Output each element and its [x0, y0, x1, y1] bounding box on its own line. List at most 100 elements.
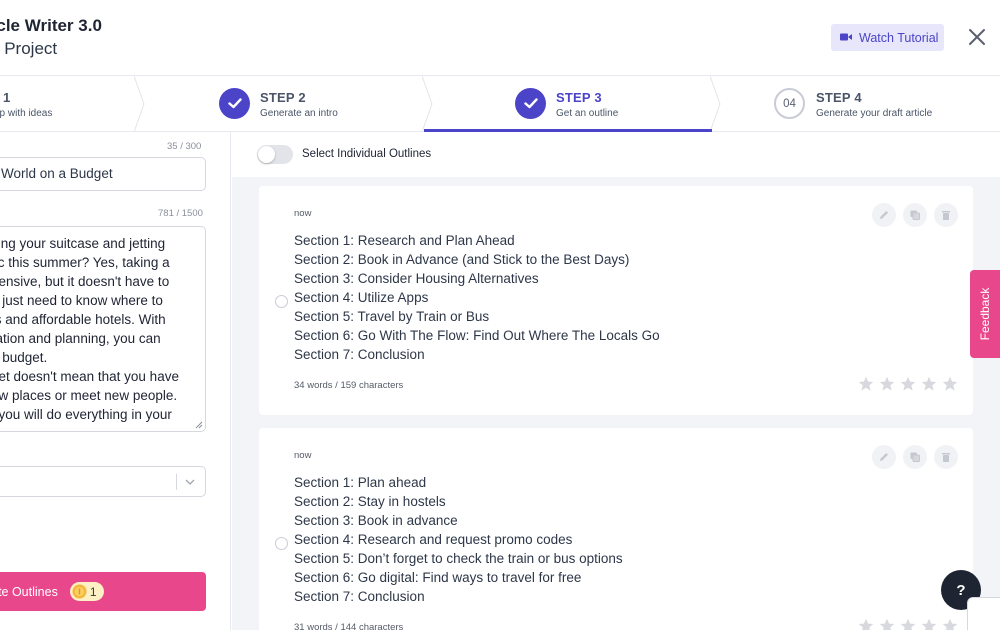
intro-text-line: pensive, but it doesn't have to [0, 274, 170, 289]
copy-button[interactable] [903, 445, 927, 469]
outline-actions [872, 203, 958, 227]
selection-toolbar: Select Individual Outlines [232, 132, 1000, 177]
outline-section: Section 2: Stay in hostels [294, 494, 446, 509]
intro-text-line: u just need to know where to [0, 293, 163, 308]
copy-button[interactable] [903, 203, 927, 227]
step-3[interactable]: STEP 3 Get an outline [440, 76, 710, 132]
outline-card: now Section 1: Research and Plan Ahead S… [259, 186, 973, 415]
outline-section: Section 7: Conclusion [294, 589, 425, 604]
outline-section: Section 5: Don’t forget to check the tra… [294, 551, 623, 566]
select-individual-toggle[interactable] [257, 145, 293, 164]
intro-char-count: 781 / 1500 [158, 208, 203, 219]
outline-section: Section 6: Go digital: Find ways to trav… [294, 570, 582, 585]
feedback-tab[interactable]: Feedback [970, 270, 1000, 358]
resize-handle-icon[interactable] [195, 421, 203, 429]
star-icon[interactable] [879, 618, 895, 630]
step-separator [422, 76, 433, 132]
outline-section: Section 2: Book in Advance (and Stick to… [294, 252, 630, 267]
delete-button[interactable] [934, 445, 958, 469]
intro-textarea[interactable]: king your suitcase and jetting tic this … [0, 226, 206, 432]
step-1[interactable]: 1 up with ideas [0, 76, 135, 132]
star-icon[interactable] [921, 618, 937, 630]
feedback-label: Feedback [978, 287, 992, 341]
intro-text-line: tic this summer? Yes, taking a [0, 255, 170, 270]
rating-stars [858, 376, 958, 392]
select-individual-label: Select Individual Outlines [302, 148, 432, 160]
outline-section: Section 6: Go With The Flow: Find Out Wh… [294, 328, 660, 343]
input-panel: 35 / 300 World on a Budget 781 / 1500 ki… [0, 132, 231, 630]
pencil-icon [880, 453, 888, 461]
video-icon [840, 31, 852, 45]
star-icon[interactable] [942, 376, 958, 392]
outline-select-radio[interactable] [275, 537, 288, 550]
step-4-subtitle: Generate your draft article [816, 108, 933, 119]
rating-stars [858, 618, 958, 630]
outline-section: Section 4: Research and request promo co… [294, 532, 573, 547]
step-4[interactable]: 04 STEP 4 Generate your draft article [730, 76, 1000, 132]
step-4-number: 04 [774, 88, 805, 119]
star-icon[interactable] [942, 618, 958, 630]
step-1-subtitle: up with ideas [0, 108, 53, 119]
credit-count: 1 [89, 584, 97, 599]
star-icon[interactable] [900, 618, 916, 630]
outline-actions [872, 445, 958, 469]
outline-section: Section 7: Conclusion [294, 347, 425, 362]
copy-icon [910, 452, 920, 462]
coin-icon [72, 584, 87, 599]
intro-text-line: t you will do everything in your [0, 407, 172, 422]
star-icon[interactable] [858, 376, 874, 392]
chat-widget[interactable] [967, 597, 1000, 630]
outline-section: Section 1: Plan ahead [294, 475, 427, 490]
star-icon[interactable] [921, 376, 937, 392]
generate-outlines-button[interactable]: erate Outlines 1 [0, 572, 206, 611]
outline-timestamp: now [294, 450, 312, 461]
step-progress: 1 up with ideas STEP 2 Generate an intro… [0, 76, 1000, 132]
outline-section: Section 3: Consider Housing Alternatives [294, 271, 539, 286]
step-2[interactable]: STEP 2 Generate an intro [150, 76, 420, 132]
star-icon[interactable] [879, 376, 895, 392]
project-name: y Project [0, 39, 58, 58]
step-3-title: STEP 3 [556, 90, 602, 105]
step-1-title: 1 [3, 90, 11, 105]
outline-timestamp: now [294, 208, 312, 219]
pencil-icon [880, 211, 888, 219]
step-separator [710, 76, 721, 132]
watch-tutorial-button[interactable]: Watch Tutorial [831, 24, 944, 51]
toggle-knob [258, 146, 275, 163]
outline-section: Section 5: Travel by Train or Bus [294, 309, 490, 324]
app-header: ticle Writer 3.0 y Project Watch Tutoria… [0, 0, 1000, 76]
edit-button[interactable] [872, 203, 896, 227]
outline-section: Section 3: Book in advance [294, 513, 458, 528]
outline-section: Section 4: Utilize Apps [294, 290, 429, 305]
article-title-input[interactable]: World on a Budget [0, 157, 206, 191]
outline-stats: 34 words / 159 characters [294, 380, 404, 391]
select-divider [176, 474, 177, 490]
check-icon [219, 88, 250, 119]
step-3-subtitle: Get an outline [556, 108, 619, 119]
edit-button[interactable] [872, 445, 896, 469]
intro-text-line: get doesn't mean that you have [0, 369, 179, 384]
delete-button[interactable] [934, 203, 958, 227]
app-title: ticle Writer 3.0 [0, 16, 102, 35]
intro-text-line: ration and planning, you can [0, 331, 161, 346]
intro-text-line: a budget. [0, 350, 48, 365]
generate-outlines-label: erate Outlines [0, 584, 58, 599]
step-4-title: STEP 4 [816, 90, 862, 105]
star-icon[interactable] [900, 376, 916, 392]
chevron-down-icon [185, 479, 195, 485]
outline-select-radio[interactable] [275, 295, 288, 308]
step-2-title: STEP 2 [260, 90, 306, 105]
trash-icon [942, 453, 950, 462]
intro-text-line: ts and affordable hotels. With [0, 312, 166, 327]
outline-type-select[interactable] [0, 466, 206, 497]
copy-icon [910, 210, 920, 220]
watch-tutorial-label: Watch Tutorial [859, 30, 939, 45]
intro-text-line: king your suitcase and jetting [0, 236, 166, 251]
outline-stats: 31 words / 144 characters [294, 622, 404, 630]
close-button[interactable] [967, 27, 987, 47]
close-icon [969, 29, 985, 45]
step-2-subtitle: Generate an intro [260, 108, 338, 119]
outline-section: Section 1: Research and Plan Ahead [294, 233, 515, 248]
star-icon[interactable] [858, 618, 874, 630]
intro-text-line: ew places or meet new people. [0, 388, 178, 403]
